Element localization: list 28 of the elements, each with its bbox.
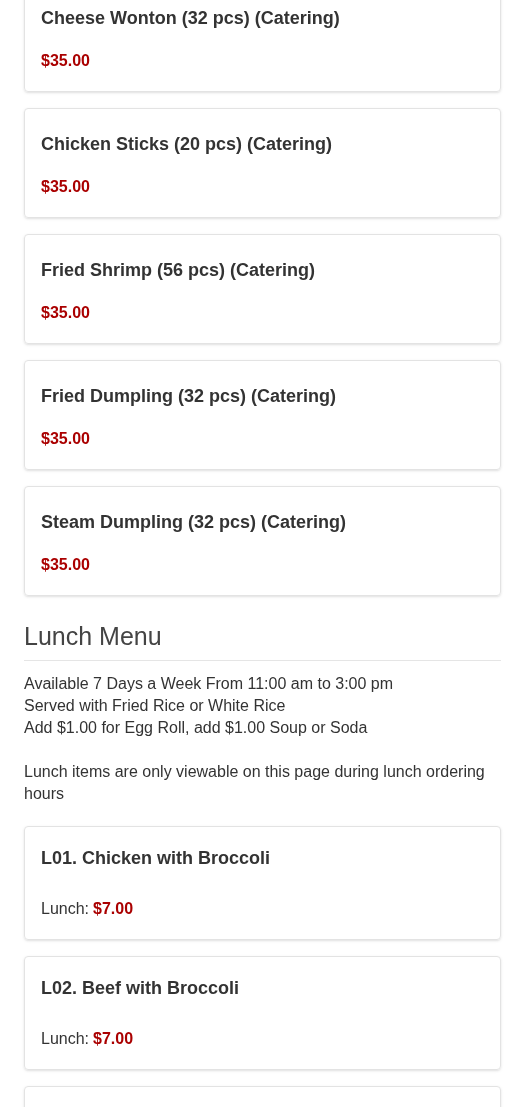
- menu-item-card[interactable]: Cheese Wonton (32 pcs) (Catering) $35.00: [24, 0, 501, 92]
- item-price: $7.00: [93, 1029, 134, 1049]
- description-line: Served with Fried Rice or White Rice: [24, 696, 287, 716]
- item-name: L01. Chicken with Broccoli: [41, 847, 272, 869]
- menu-item-card[interactable]: L01. Chicken with Broccoli Lunch: $7.00: [24, 826, 501, 940]
- item-name: Chicken Sticks (20 pcs) (Catering): [41, 133, 334, 155]
- menu-item-card[interactable]: L02. Beef with Broccoli Lunch: $7.00: [24, 956, 501, 1070]
- price-label: Lunch:: [41, 899, 90, 919]
- section-heading: Lunch Menu: [24, 620, 501, 661]
- item-price: $35.00: [41, 51, 91, 71]
- menu-item-card[interactable]: Fried Shrimp (56 pcs) (Catering) $35.00: [24, 234, 501, 344]
- item-name: Steam Dumpling (32 pcs) (Catering): [41, 511, 348, 533]
- item-price: $35.00: [41, 303, 91, 323]
- item-price: $35.00: [41, 177, 91, 197]
- item-price: $35.00: [41, 555, 91, 575]
- description-line: Add $1.00 for Egg Roll, add $1.00 Soup or Soda: [24, 718, 369, 738]
- description-line: Available 7 Days a Week From 11:00 am to 3:00 pm: [24, 674, 395, 694]
- item-name: Fried Dumpling (32 pcs) (Catering): [41, 385, 338, 407]
- menu-item-card[interactable]: Steam Dumpling (32 pcs) (Catering) $35.00: [24, 486, 501, 596]
- lunch-note: Lunch items are only viewable on this page during lunch ordering hours: [24, 762, 486, 804]
- item-price: $35.00: [41, 429, 91, 449]
- price-label: Lunch:: [41, 1029, 90, 1049]
- menu-item-card[interactable]: Chicken Sticks (20 pcs) (Catering) $35.00: [24, 108, 501, 218]
- item-name: Cheese Wonton (32 pcs) (Catering): [41, 7, 341, 29]
- item-name: Fried Shrimp (56 pcs) (Catering): [41, 259, 317, 281]
- item-price: $7.00: [93, 899, 134, 919]
- menu-item-card[interactable]: Fried Dumpling (32 pcs) (Catering) $35.00: [24, 360, 501, 470]
- item-name: L02. Beef with Broccoli: [41, 977, 241, 999]
